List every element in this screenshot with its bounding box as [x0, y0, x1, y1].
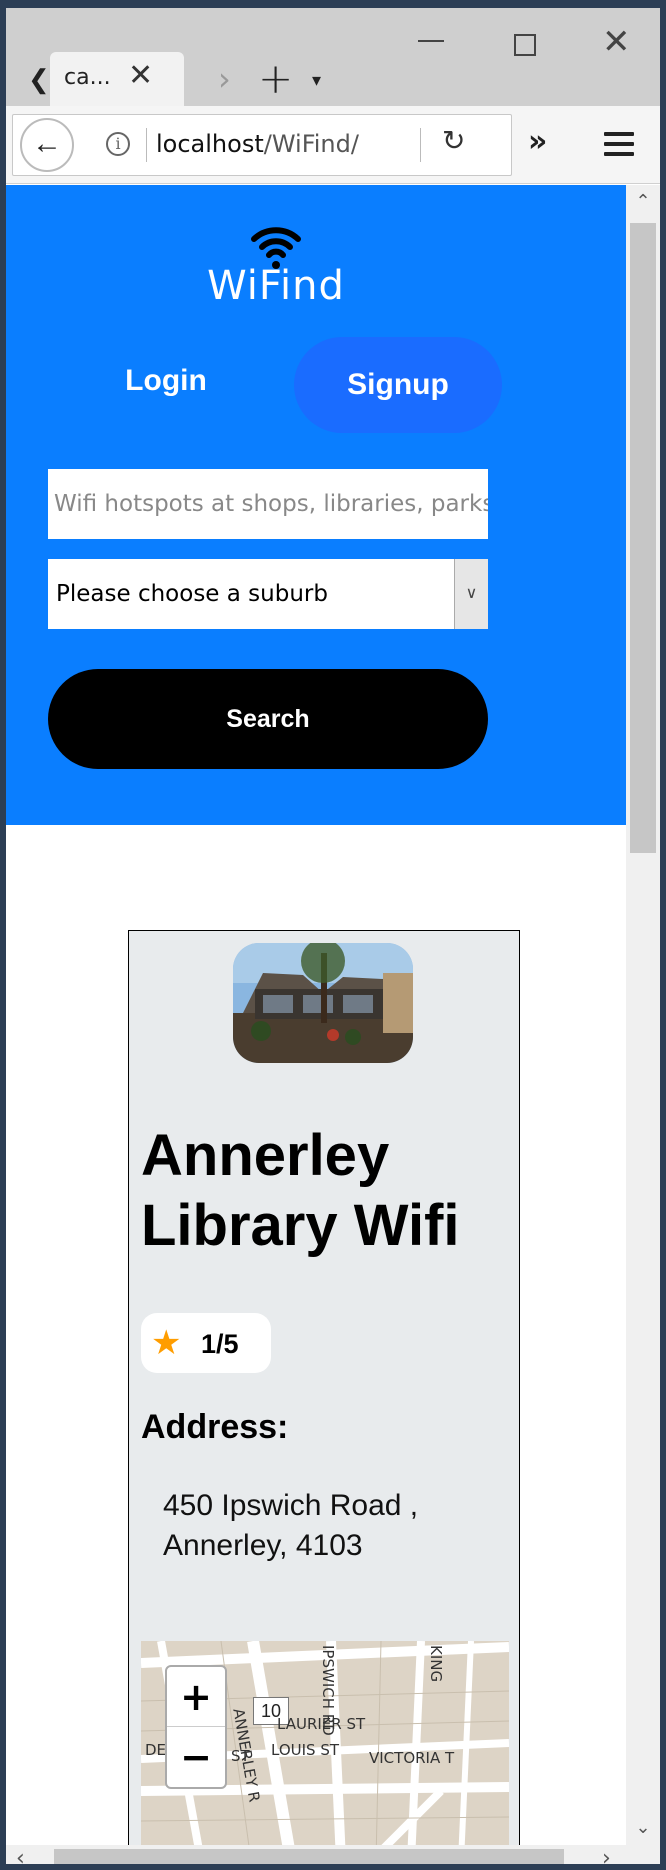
street-label: LOUIS ST — [271, 1741, 340, 1759]
street-label: DE — [145, 1741, 167, 1759]
street-label: LAURIER ST — [277, 1715, 366, 1733]
page-viewport: WiFind Login Signup Wifi hotspots at sho… — [6, 185, 626, 1845]
star-icon: ★ — [151, 1323, 182, 1363]
tab-scroll-left-icon[interactable]: ❮ — [28, 64, 50, 95]
chevron-down-icon[interactable]: ∨ — [454, 559, 488, 629]
minimize-icon[interactable] — [418, 40, 444, 42]
login-button[interactable]: Login — [86, 333, 246, 429]
hotspot-title: Annerley Library Wifi — [141, 1123, 460, 1258]
zoom-control: + − — [165, 1665, 227, 1789]
back-arrow-icon: ← — [32, 127, 62, 160]
rating-value: 1/5 — [201, 1329, 239, 1359]
location-map[interactable]: + − 10 IPSWICH RD LAURIER ST LOUIS ST VI… — [141, 1641, 509, 1845]
scroll-up-icon[interactable]: ⌃ — [626, 185, 660, 219]
search-input[interactable]: Wifi hotspots at shops, libraries, parks — [48, 469, 488, 539]
navigation-bar: ← i localhost/WiFind/ ↻ » — [6, 106, 660, 184]
url-separator — [420, 128, 421, 162]
street-label: KING — [427, 1645, 445, 1683]
overflow-menu-icon[interactable]: » — [528, 124, 547, 159]
site-info-icon[interactable]: i — [106, 132, 130, 156]
hamburger-menu-icon[interactable] — [604, 132, 634, 162]
library-photo — [233, 943, 413, 1063]
rating-badge: ★ 1/5 — [141, 1313, 271, 1373]
hotspot-card: Annerley Library Wifi ★ 1/5 Address: 450… — [128, 930, 520, 1845]
address-heading: Address: — [141, 1408, 289, 1446]
url-text[interactable]: localhost/WiFind/ — [156, 130, 359, 158]
back-button[interactable]: ← — [20, 118, 74, 172]
logo-text: WiFind — [207, 263, 345, 309]
scroll-down-icon[interactable]: ⌄ — [626, 1811, 660, 1845]
url-path: /WiFind/ — [263, 130, 359, 158]
address-text: 450 Ipswich Road , Annerley, 4103 — [163, 1489, 419, 1562]
signup-button[interactable]: Signup — [294, 337, 502, 433]
zoom-in-button[interactable]: + — [167, 1667, 225, 1727]
zoom-out-button[interactable]: − — [167, 1727, 225, 1787]
vertical-scrollbar[interactable]: ⌃ ⌄ — [626, 185, 660, 1845]
tab-strip: ❮ ca... ✕ › + ▾ ✕ — [6, 8, 660, 108]
scroll-right-icon[interactable]: › — [602, 1845, 611, 1864]
street-label: ST — [231, 1747, 250, 1765]
hero-header: WiFind Login Signup Wifi hotspots at sho… — [6, 185, 626, 825]
scrollbar-thumb[interactable] — [54, 1849, 564, 1864]
scrollbar-thumb[interactable] — [630, 223, 656, 853]
url-host: localhost — [156, 130, 264, 158]
search-button[interactable]: Search — [48, 669, 488, 769]
tab-title: ca... — [64, 65, 111, 90]
browser-tab[interactable]: ca... ✕ — [50, 52, 184, 108]
scroll-left-icon[interactable]: ‹ — [16, 1845, 25, 1864]
suburb-select[interactable]: Please choose a suburb ∨ — [48, 559, 488, 629]
maximize-icon[interactable] — [514, 34, 536, 56]
tab-scroll-right-icon[interactable]: › — [218, 60, 231, 98]
wifind-logo[interactable]: WiFind — [196, 215, 356, 309]
new-tab-icon[interactable]: + — [258, 54, 293, 103]
horizontal-scrollbar[interactable]: ‹ › — [6, 1845, 660, 1864]
tab-list-icon[interactable]: ▾ — [312, 70, 321, 91]
url-separator — [146, 128, 147, 162]
reload-icon[interactable]: ↻ — [442, 124, 465, 157]
suburb-select-value: Please choose a suburb — [56, 581, 328, 607]
window-close-icon[interactable]: ✕ — [602, 22, 631, 62]
street-label: VICTORIA T — [369, 1749, 455, 1767]
close-tab-icon[interactable]: ✕ — [128, 58, 153, 93]
browser-window: ❮ ca... ✕ › + ▾ ✕ ← i localhost/WiFind/ … — [0, 0, 666, 1870]
